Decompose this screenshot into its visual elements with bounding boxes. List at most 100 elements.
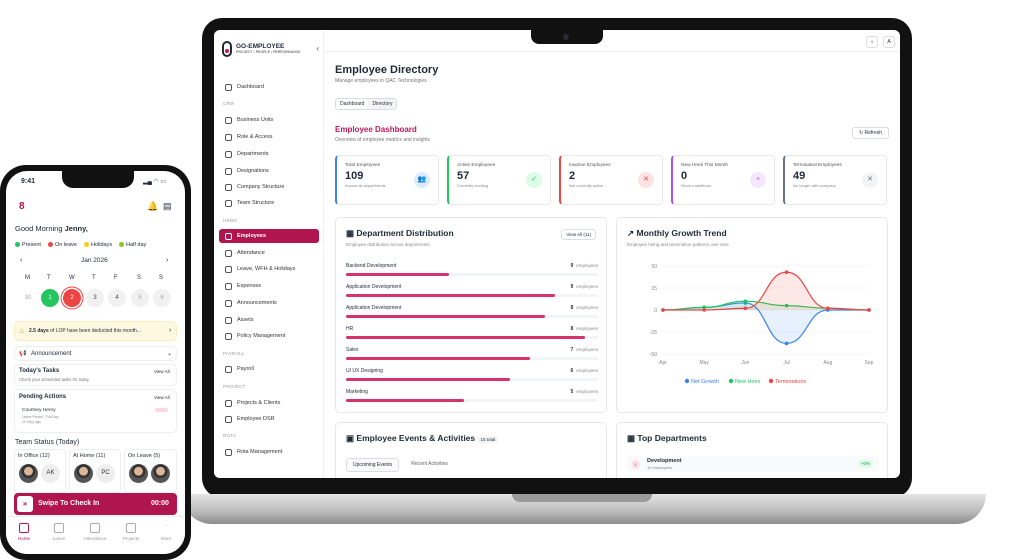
sidebar-item-expenses[interactable]: Expenses [219,279,319,293]
calendar-day[interactable]: 3 [86,289,104,307]
theme-toggle-icon[interactable]: ☼ [866,36,878,48]
nav-more[interactable]: ⋯ More [151,523,181,541]
user-check-icon: ✓ [526,172,542,188]
refresh-button[interactable]: ↻ Refresh [852,127,889,139]
sidebar-item-company-structure[interactable]: Company Structure [219,180,319,194]
avatar[interactable] [74,464,93,483]
lop-text: 2.5 days of LOP have been deducted this … [29,328,141,334]
page-subtitle: Manage employees in QAC Technologies [335,78,427,84]
announcement-section[interactable]: 📢 Announcement ⌄ [14,346,177,361]
sidebar-item-attendance[interactable]: Attendance [219,246,319,260]
stat-card-total: Total Employees 109 Across all departmen… [335,155,439,205]
events-count-badge: 15 total [477,436,499,443]
nav-projects[interactable]: Projects [116,523,146,541]
section-label-crm: CRM [223,101,234,106]
rank-badge: 1 [631,460,640,469]
sidebar-item-role-access[interactable]: Role & Access [219,130,319,144]
sidebar-item-team-structure[interactable]: Team Structure [219,196,319,210]
sidebar-item-leave[interactable]: Leave, WFH & Holidays [219,262,319,276]
calendar-day[interactable]: 1 [41,289,59,307]
sidebar-item-employee-dsr[interactable]: Employee DSR [219,412,319,426]
dollar-icon [225,365,232,373]
clock-icon [225,249,232,257]
bottom-nav: Home Leave Attendance Projects ⋯ More [6,516,185,554]
sidebar-item-projects-clients[interactable]: Projects & Clients [219,396,319,410]
avatar[interactable]: A [883,36,895,48]
x-tick-label: Apr [659,360,667,366]
prev-month-icon[interactable]: ‹ [20,257,22,264]
main-content: ☼ A Employee Directory Manage employees … [324,30,900,478]
department-row: Application Development 9 employees [346,284,598,304]
stat-label: Terminated Employees [793,163,842,168]
laptop-frame: GO-EMPLOYEE PROJECT • PEOPLE • PERFORMANC… [202,18,912,498]
notification-bell-icon[interactable]: 🔔 [147,201,158,212]
view-all-button[interactable]: View All (11) [561,229,596,240]
legend-marker [768,378,774,384]
collapse-sidebar-icon[interactable]: ‹ [316,44,319,53]
department-count: 7 employees [570,347,598,353]
in-office-group: In Office (12) AK [14,449,66,493]
sidebar-item-employees[interactable]: Employees [219,229,319,243]
weekday-label: F [114,275,118,281]
sidebar-item-dashboard[interactable]: Dashboard [219,80,319,94]
calendar-day[interactable]: 5 [131,289,149,307]
avatar[interactable] [129,464,148,483]
avatar[interactable]: PC [96,464,115,483]
lop-alert[interactable]: ⚠ 2.5 days of LOP have been deducted thi… [14,321,177,341]
sidebar-item-designations[interactable]: Designations [219,164,319,178]
clock-icon [225,415,232,423]
nav-home[interactable]: Home [9,523,39,541]
avatar[interactable] [151,464,170,483]
progress-track [346,357,598,360]
sidebar-item-announcements[interactable]: Announcements [219,296,319,310]
stat-card-terminated: Terminated Employees 49 No longer with c… [783,155,887,205]
document-icon [225,332,232,340]
tab-directory[interactable]: Directory [368,99,396,109]
sidebar-item-business-units[interactable]: Business Units [219,113,319,127]
progress-track [346,273,598,276]
users-icon: 👥 [414,172,430,188]
announcement-label: Announcement [31,351,72,357]
legend-holidays: Holidays [83,242,112,248]
calendar-day[interactable]: 6 [153,289,171,307]
department-name: Application Development [346,284,402,290]
avatar[interactable] [19,464,38,483]
building-icon: ▦ [346,228,357,238]
department-name: Sales [346,347,359,353]
x-tick-label: May [699,360,709,366]
tab-dashboard[interactable]: Dashboard [336,99,369,109]
progress-track [346,336,598,339]
progress-fill [346,315,546,318]
sidebar-item-rota-management[interactable]: Rota Management [219,445,319,459]
document-icon[interactable]: ▤ [163,201,172,212]
swipe-to-check-in-button[interactable]: » Swipe To Check In 00:00 [14,493,177,515]
legend-label: New Hires [735,379,761,385]
view-all-link[interactable]: View All [154,395,170,400]
double-chevron-right-icon[interactable]: » [17,496,33,512]
avatar[interactable]: AK [41,464,60,483]
sidebar-item-payroll[interactable]: Payroll [219,362,319,376]
card-title: ▦ Department Distribution [346,228,454,238]
sidebar-item-departments[interactable]: Departments [219,147,319,161]
nav-attendance[interactable]: Attendance [80,523,110,541]
progress-fill [346,273,450,276]
y-tick-label: 50 [651,264,657,270]
next-month-icon[interactable]: › [166,257,168,264]
x-tick-label: Jul [783,360,789,366]
sidebar-item-assets[interactable]: Assets [219,313,319,327]
sidebar: GO-EMPLOYEE PROJECT • PEOPLE • PERFORMANC… [214,30,324,478]
calendar-day[interactable]: 2 [63,289,81,307]
sidebar-item-policy-management[interactable]: Policy Management [219,329,319,343]
growth-chart: 50 25 0 -25 -50Apr May Jun Jul Aug Sep Net Growth N… [650,264,874,385]
view-all-link[interactable]: View All [154,369,170,374]
nav-leave[interactable]: Leave [44,523,74,541]
calendar-day[interactable]: 4 [108,289,126,307]
calendar-day[interactable]: 30 [19,289,37,307]
card-title: ▣ Employee Events & Activities 15 total [346,433,499,444]
tab-recent-activities[interactable]: Recent Activities [405,458,454,472]
department-row: UI UX Designing 6 employees [346,368,598,388]
tab-upcoming-events[interactable]: Upcoming Events [346,458,400,472]
x-tick-label: Sep [865,360,874,366]
pending-title: Pending Actions [19,394,67,400]
megaphone-icon [225,299,232,307]
